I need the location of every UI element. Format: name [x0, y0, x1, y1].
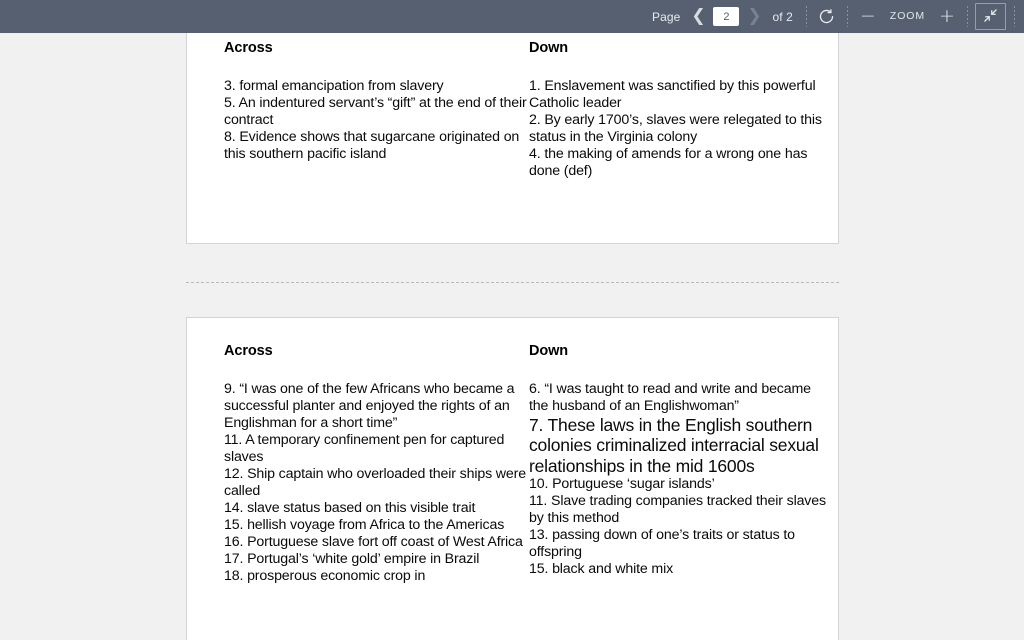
- page-2-content: Across 9. “I was one of the few Africans…: [224, 344, 826, 585]
- next-page-button[interactable]: ❯: [742, 5, 766, 29]
- page-1-down-clue-list: 1. Enslavement was sanctified by this po…: [529, 78, 829, 180]
- document-page-1: Across 3. formal emancipation from slave…: [186, 33, 839, 244]
- clue-item: 7. These laws in the English southern co…: [529, 414, 819, 476]
- rotate-button[interactable]: [814, 4, 840, 30]
- clue-item: 1. Enslavement was sanctified by this po…: [529, 77, 816, 111]
- zoom-out-button[interactable]: −: [855, 4, 881, 30]
- document-page-2: Across 9. “I was one of the few Africans…: [186, 317, 839, 640]
- page-1-across-column: Across 3. formal emancipation from slave…: [224, 41, 529, 163]
- clue-item: 8. Evidence shows that sugarcane origina…: [224, 128, 520, 162]
- clue-item: 6. “I was taught to read and write and b…: [529, 380, 811, 414]
- page-1-down-column: Down 1. Enslavement was sanctified by th…: [529, 41, 829, 180]
- clue-item: 5. An indentured servant’s “gift” at the…: [224, 94, 527, 128]
- document-scroll-area[interactable]: Across 3. formal emancipation from slave…: [0, 33, 1024, 640]
- clue-item: 4. the making of amends for a wrong one …: [529, 145, 808, 179]
- page-label: Page: [652, 9, 681, 24]
- clue-item: 15. hellish voyage from Africa to the Am…: [224, 516, 505, 533]
- zoom-in-button[interactable]: +: [934, 4, 960, 30]
- toolbar-separator-3: [967, 6, 968, 27]
- across-heading: Across: [224, 40, 273, 56]
- clue-item: 13. passing down of one’s traits or stat…: [529, 527, 795, 560]
- page-navigation-group: Page ❮ ❯ of 2: [646, 0, 799, 33]
- page-1-content: Across 3. formal emancipation from slave…: [224, 41, 822, 180]
- zoom-label: ZOOM: [889, 10, 925, 23]
- page-divider: [186, 282, 839, 283]
- clue-item: 16. Portuguese slave fort off coast of W…: [224, 533, 523, 550]
- down-heading: Down: [529, 40, 569, 56]
- toolbar-separator-2: [846, 6, 848, 27]
- down-heading: Down: [529, 343, 569, 359]
- clue-item: 11. A temporary confinement pen for capt…: [224, 431, 505, 465]
- toolbar-separator-4: [1014, 6, 1015, 27]
- page-2-down-column: Down 6. “I was taught to read and write …: [529, 344, 829, 578]
- document-viewer: Page ❮ ❯ of 2 − ZOOM +: [0, 0, 1024, 640]
- zoom-group: − ZOOM +: [855, 0, 960, 33]
- clue-item: 18. prosperous economic crop in: [224, 567, 426, 584]
- viewer-toolbar: Page ❮ ❯ of 2 − ZOOM +: [0, 0, 1024, 33]
- clue-item: 17. Portugal’s ‘white gold’ empire in Br…: [224, 550, 480, 567]
- previous-page-button[interactable]: ❮: [686, 5, 710, 29]
- clue-item: 11. Slave trading companies tracked thei…: [529, 493, 826, 526]
- page-2-across-clue-list: 9. “I was one of the few Africans who be…: [224, 381, 529, 585]
- clue-item: 2. By early 1700’s, slaves were relegate…: [529, 111, 822, 145]
- clue-item: 12. Ship captain who overloaded their sh…: [224, 465, 526, 499]
- clue-item: 10. Portuguese ‘sugar islands’: [529, 476, 715, 492]
- page-2-columns: Across 9. “I was one of the few Africans…: [224, 344, 826, 585]
- page-2-down-clue-list: 6. “I was taught to read and write and b…: [529, 381, 829, 579]
- rotate-group: [814, 0, 840, 33]
- across-heading: Across: [224, 343, 273, 359]
- clue-item: 14. slave status based on this visible t…: [224, 499, 476, 516]
- rotate-icon: [818, 8, 835, 25]
- clue-item: 3. formal emancipation from slavery: [224, 77, 444, 94]
- fullscreen-exit-icon: [983, 8, 998, 26]
- toolbar-separator: [805, 6, 807, 27]
- exit-fullscreen-button[interactable]: [975, 3, 1006, 30]
- page-2-across-column: Across 9. “I was one of the few Africans…: [224, 344, 529, 585]
- page-1-across-clue-list: 3. formal emancipation from slavery 5. A…: [224, 78, 529, 163]
- page-count-label: of 2: [772, 9, 793, 24]
- clue-item: 9. “I was one of the few Africans who be…: [224, 380, 515, 431]
- page-number-input[interactable]: [713, 7, 740, 26]
- page-1-columns: Across 3. formal emancipation from slave…: [224, 41, 822, 180]
- clue-item: 15. black and white mix: [529, 561, 674, 577]
